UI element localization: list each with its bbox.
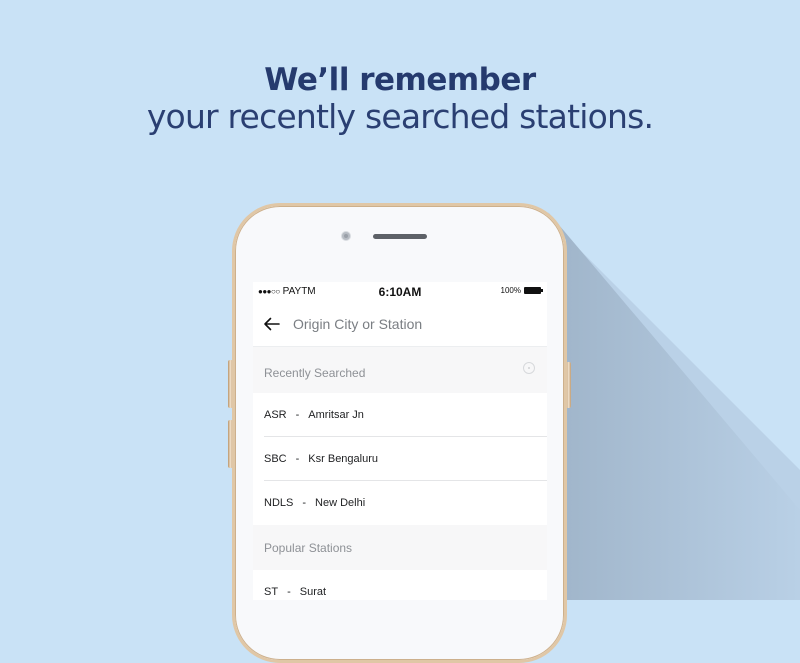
origin-search-input[interactable] xyxy=(293,316,523,332)
phone-camera-icon xyxy=(341,231,351,241)
station-name: New Delhi xyxy=(315,497,366,509)
popular-stations-header: Popular Stations xyxy=(253,525,547,570)
recently-searched-title: Recently Searched xyxy=(264,366,366,380)
search-bar xyxy=(253,302,547,347)
station-name: Amritsar Jn xyxy=(308,408,364,421)
station-separator: - xyxy=(295,408,300,421)
station-code: ST xyxy=(264,586,279,598)
battery-status: 100% xyxy=(500,286,543,295)
station-separator: - xyxy=(295,452,300,465)
battery-percent: 100% xyxy=(500,286,521,295)
station-code: SBC xyxy=(264,452,287,465)
station-item[interactable]: NDLS - New Delhi xyxy=(264,481,547,525)
phone-speaker-icon xyxy=(373,234,427,239)
station-separator: - xyxy=(287,586,291,598)
phone-screen: ●●●○○PAYTM 6:10AM 100% Recently Searched… xyxy=(253,282,547,600)
battery-icon xyxy=(524,287,543,294)
station-item[interactable]: SBC - Ksr Bengaluru xyxy=(264,437,547,481)
station-item[interactable]: ST - Surat xyxy=(264,570,547,600)
station-name: Surat xyxy=(299,586,327,598)
add-circle-icon[interactable] xyxy=(523,362,535,374)
recently-searched-header: Recently Searched xyxy=(253,347,547,393)
headline-title: We’ll remember xyxy=(264,62,536,98)
arrow-left-icon[interactable] xyxy=(263,317,281,331)
station-item[interactable]: ASR - Amritsar Jn xyxy=(264,393,547,437)
station-code: ASR xyxy=(264,408,287,421)
station-name: Ksr Bengaluru xyxy=(308,452,379,465)
headline-subtitle: your recently searched stations. xyxy=(146,97,654,136)
headline: We’ll remember your recently searched st… xyxy=(0,62,800,136)
popular-stations-title: Popular Stations xyxy=(264,540,353,555)
status-bar: ●●●○○ PAYTM 6:10AM 100% xyxy=(253,282,547,302)
station-code: NDLS xyxy=(264,497,294,509)
station-separator: - xyxy=(302,497,307,509)
